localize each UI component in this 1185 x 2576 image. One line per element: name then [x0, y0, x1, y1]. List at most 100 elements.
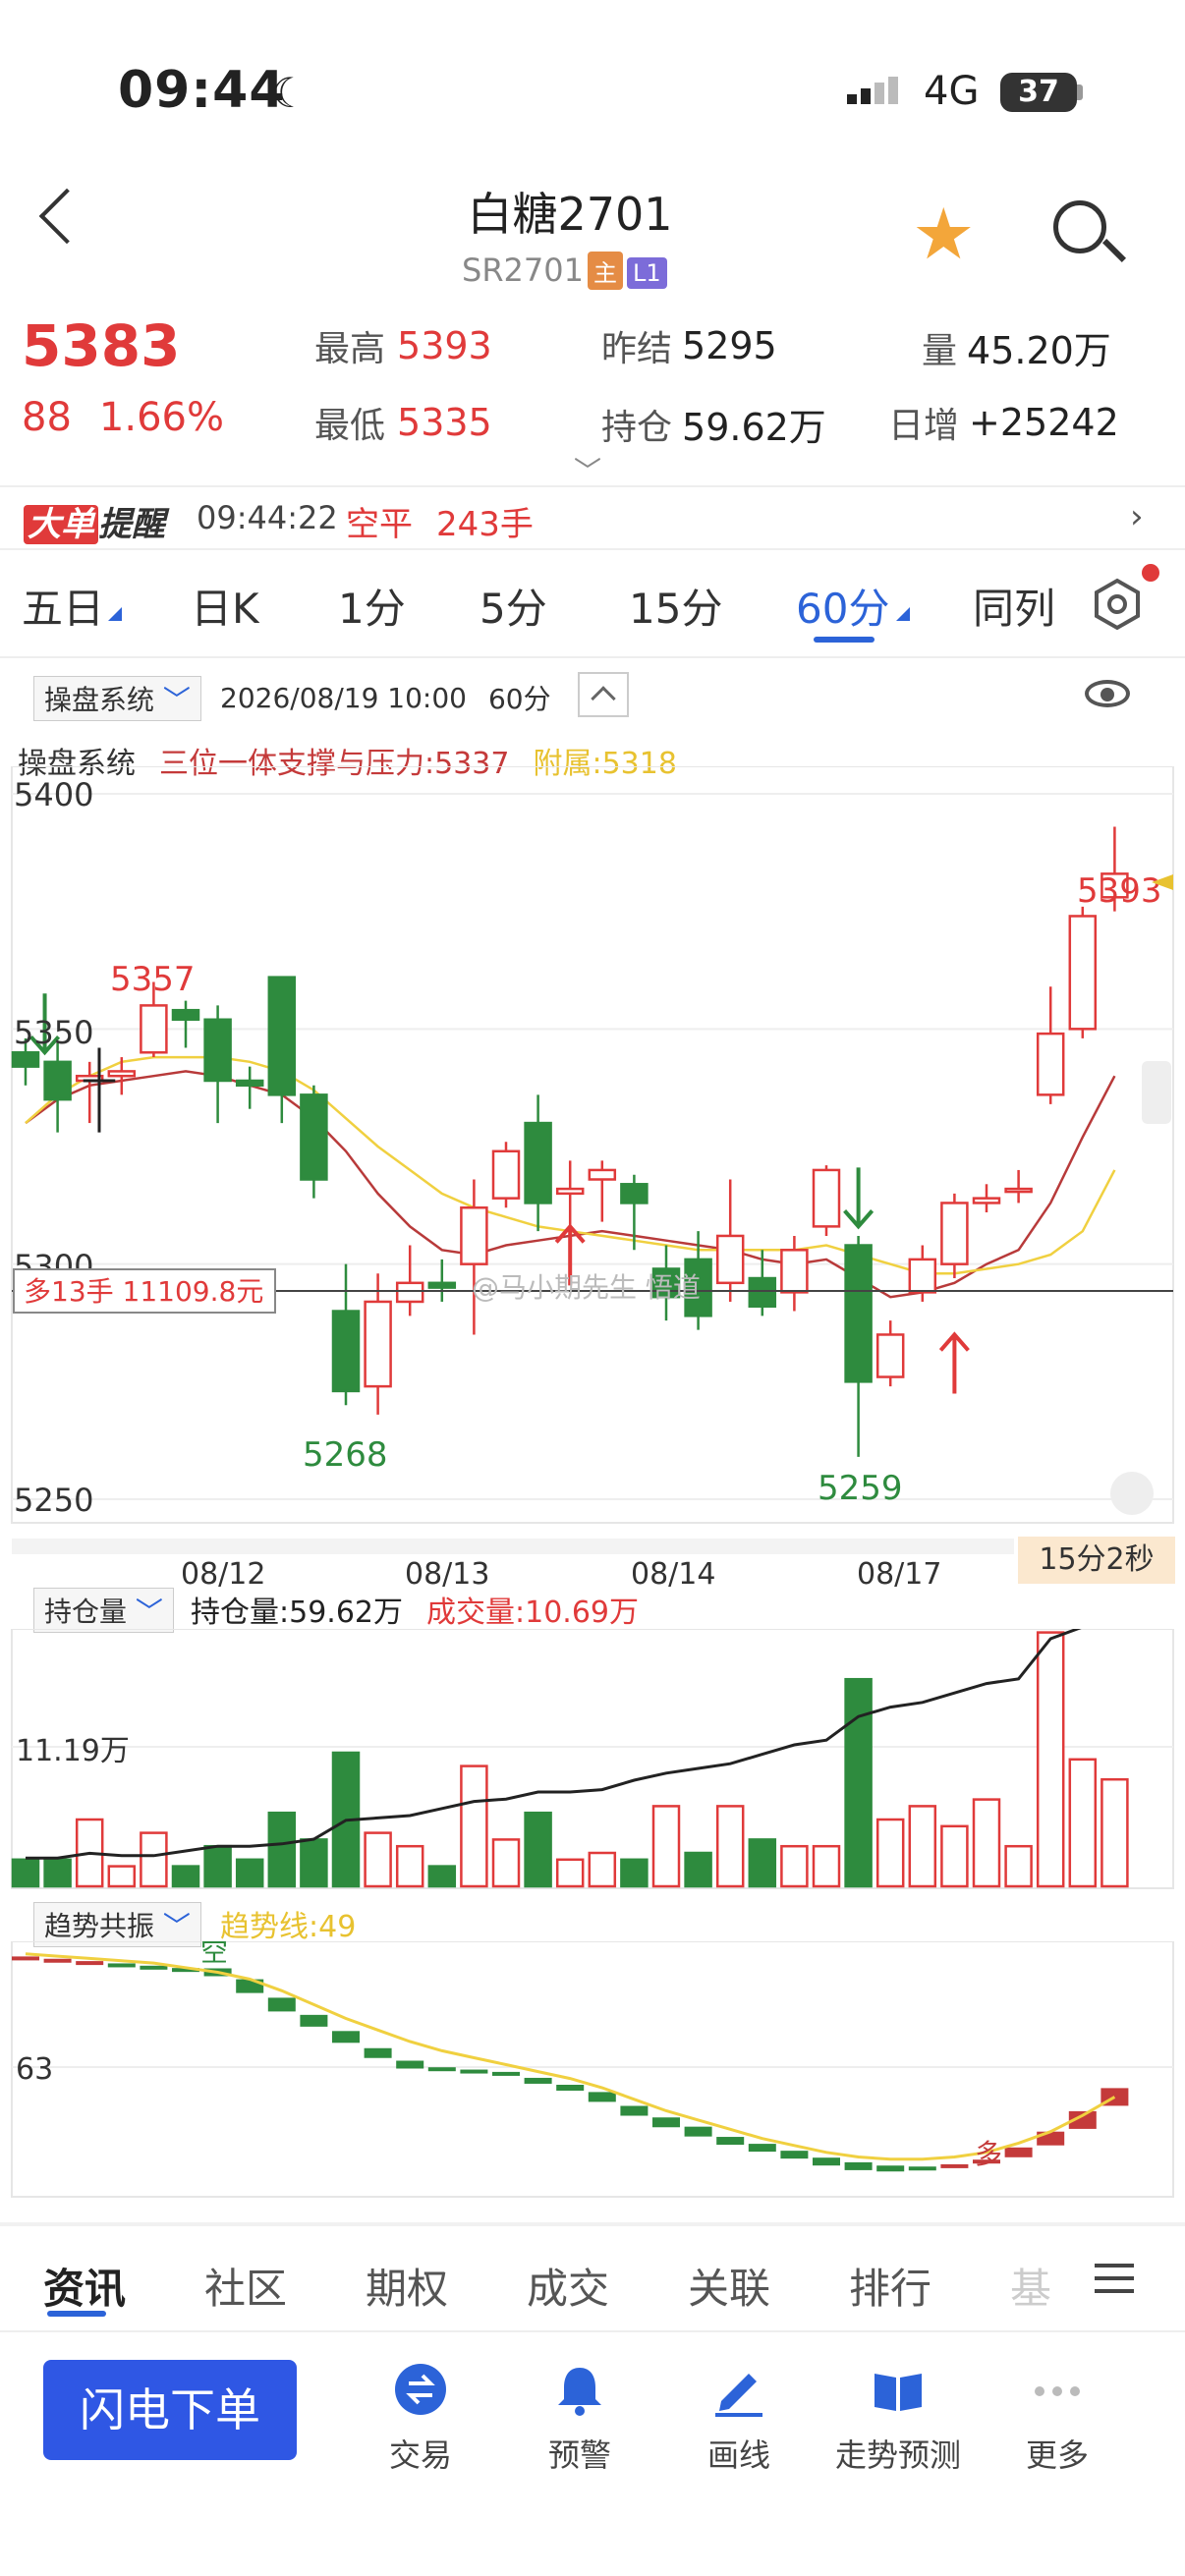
- main-tag: 主: [587, 252, 623, 290]
- trend-bar: [300, 2014, 328, 2027]
- bottom-item-draw-label: 画线: [706, 2436, 770, 2474]
- tab-ranking[interactable]: 排行: [849, 2256, 931, 2316]
- bottom-item-trade[interactable]: 交易: [342, 2358, 499, 2476]
- tab-15min[interactable]: 15分: [629, 576, 722, 636]
- volume-bar: [364, 1831, 392, 1888]
- trend-bar: [364, 2047, 392, 2058]
- tab-trades[interactable]: 成交: [527, 2256, 609, 2316]
- side-handle-icon[interactable]: [1142, 1061, 1171, 1124]
- tab-daily[interactable]: 日K: [191, 576, 259, 636]
- expand-chevron-icon[interactable]: ﹀: [574, 450, 601, 489]
- divider: [0, 485, 1185, 487]
- x-label-0814: 08/14: [631, 1557, 715, 1588]
- volume-chart[interactable]: 11.19万: [0, 1629, 1185, 1890]
- volume-bar: [844, 1677, 873, 1888]
- tab-news[interactable]: 资讯: [43, 2256, 126, 2316]
- watermark: @马小期先生 悟道: [472, 1271, 701, 1304]
- tab-same-column[interactable]: 同列: [973, 576, 1055, 636]
- chevron-down-icon: ﹀: [162, 684, 191, 716]
- tab-options[interactable]: 期权: [366, 2256, 448, 2316]
- candle-body: [940, 1202, 969, 1265]
- candle-body: [107, 1070, 137, 1078]
- trend-bars: [12, 1956, 1129, 2172]
- oi-legend-vol: 成交量:10.69万: [426, 1596, 639, 1630]
- chart-grid: [12, 793, 1173, 1500]
- notification-dot: [1142, 564, 1159, 582]
- alert-action-type: 空平: [346, 505, 413, 544]
- trend-bar: [12, 1956, 39, 1961]
- tab-five-day[interactable]: 五日: [22, 576, 104, 636]
- arrow-down-icon: [843, 1167, 875, 1230]
- trend-selector-label: 趋势共振: [44, 1910, 155, 1942]
- network-type: 4G: [924, 69, 980, 114]
- tab-community[interactable]: 社区: [204, 2256, 287, 2316]
- high-label: 最高: [314, 329, 386, 369]
- volume-bar: [715, 1805, 745, 1888]
- bottom-item-more[interactable]: 更多: [979, 2358, 1136, 2476]
- volume-label: 量: [922, 330, 958, 371]
- star-icon[interactable]: ★: [912, 193, 976, 275]
- search-icon[interactable]: [1053, 200, 1106, 253]
- candle-body: [1036, 1032, 1065, 1096]
- oi-selector[interactable]: 持仓量 ﹀: [33, 1588, 174, 1633]
- battery-tip: [1077, 84, 1083, 100]
- chevron-right-icon[interactable]: ›: [1130, 497, 1144, 536]
- trend-bar: [107, 1963, 136, 1968]
- trend-legend: 趋势线:49: [220, 1910, 357, 1944]
- fullscreen-icon[interactable]: [1110, 1472, 1154, 1515]
- bottom-item-alert[interactable]: 预警: [501, 2358, 658, 2476]
- volume-bar: [235, 1858, 264, 1888]
- volume-bar: [460, 1764, 488, 1888]
- collapse-button[interactable]: [578, 672, 629, 717]
- l1-tag: L1: [626, 257, 667, 289]
- candle-body: [491, 1149, 521, 1200]
- volume-bar: [875, 1818, 905, 1888]
- chart-datetime-text: 2026/08/19 10:00: [220, 681, 467, 714]
- volume-bar: [427, 1865, 457, 1888]
- candle-body: [972, 1197, 1001, 1204]
- trend-bar: [43, 1958, 72, 1963]
- trend-bar: [652, 2117, 680, 2128]
- trend-bar: [908, 2166, 936, 2171]
- candle-body: [300, 1093, 328, 1181]
- settings-hex-icon[interactable]: [1091, 578, 1144, 631]
- trend-bar: [620, 2105, 649, 2116]
- high-field: 最高 5393: [314, 320, 492, 371]
- volume-bar: [812, 1844, 841, 1888]
- candle-body: [364, 1300, 392, 1388]
- volume-bar: [748, 1838, 777, 1888]
- bottom-item-forecast[interactable]: 走势预测: [819, 2358, 977, 2476]
- candlestick-chart[interactable]: 5400 5350 5300 5250 多13手 11109.8元 @马小期先生…: [0, 766, 1185, 1542]
- candle-body: [267, 976, 297, 1096]
- trend-bar: [267, 1997, 296, 2012]
- annotation-high-left: 5357: [110, 960, 196, 999]
- tab-1min[interactable]: 1分: [338, 576, 406, 636]
- trend-label-kong: 空: [200, 1941, 228, 1968]
- alert-time: 09:44:22: [197, 499, 338, 536]
- volume-bar: [491, 1838, 521, 1888]
- alert-action[interactable]: 空平 243手: [346, 497, 534, 545]
- tab-60min[interactable]: 60分: [796, 576, 889, 636]
- settle-field: 昨结 5295: [601, 320, 777, 371]
- annotation-low-1: 5268: [303, 1435, 388, 1475]
- menu-icon[interactable]: [1095, 2264, 1134, 2293]
- x-axis: 08/12 08/13 08/14 08/17: [12, 1539, 1014, 1588]
- bottom-item-draw[interactable]: 画线: [660, 2358, 818, 2476]
- candle-body: [395, 1281, 424, 1304]
- indicator-selector[interactable]: 操盘系统 ﹀: [33, 676, 201, 721]
- oi-legend: 持仓量:59.62万 成交量:10.69万: [191, 1588, 639, 1631]
- signal-icon: [847, 77, 898, 104]
- trend-chart[interactable]: 63 空 多: [0, 1941, 1185, 2199]
- tab-related[interactable]: 关联: [688, 2256, 770, 2316]
- bottom-item-trade-label: 交易: [388, 2436, 452, 2474]
- candle-body: [235, 1079, 264, 1088]
- position-label: 多13手 11109.8元: [24, 1275, 263, 1308]
- tab-5min[interactable]: 5分: [480, 576, 547, 636]
- tab-underline: [814, 637, 875, 643]
- trend-bar: [940, 2163, 969, 2168]
- tab-fundamentals[interactable]: 基: [1010, 2256, 1051, 2316]
- volume-bar: [1100, 1777, 1129, 1888]
- trend-label-duo: 多: [975, 2138, 1002, 2170]
- candle-body: [875, 1333, 905, 1378]
- flash-order-button[interactable]: 闪电下单: [43, 2360, 297, 2460]
